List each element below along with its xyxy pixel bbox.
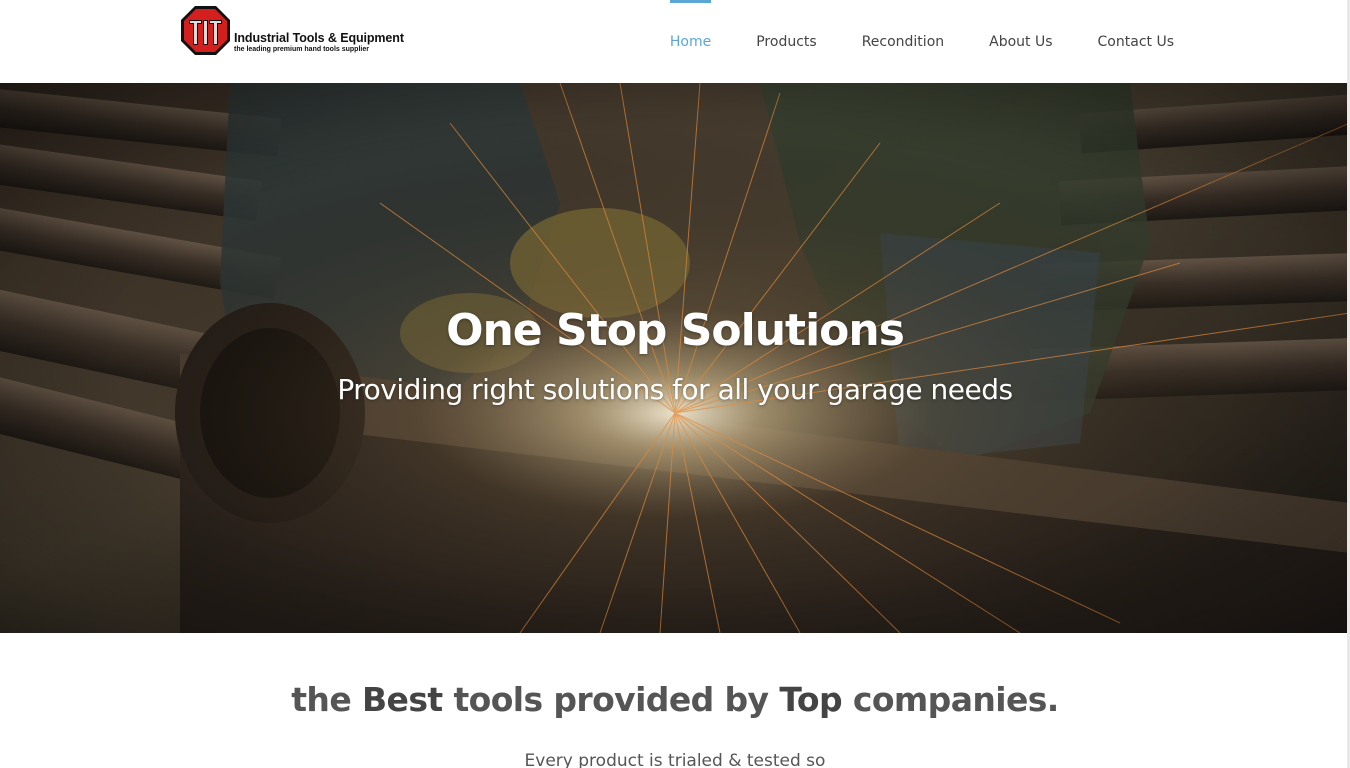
logo-octagon-icon bbox=[181, 6, 230, 55]
intro-section: the Best tools provided by Top companies… bbox=[0, 633, 1350, 768]
nav-item-about-us[interactable]: About Us bbox=[989, 0, 1052, 83]
intro-heading-emphasis: Best bbox=[362, 680, 443, 719]
site-logo[interactable]: Industrial Tools & Equipment the leading… bbox=[180, 5, 410, 59]
site-header: Industrial Tools & Equipment the leading… bbox=[0, 0, 1350, 83]
hero-banner: One Stop Solutions Providing right solut… bbox=[0, 83, 1350, 633]
intro-heading-part: tools provided by bbox=[442, 680, 780, 719]
hero-subtitle: Providing right solutions for all your g… bbox=[337, 373, 1013, 406]
nav-item-contact-us[interactable]: Contact Us bbox=[1098, 0, 1174, 83]
logo-title: Industrial Tools & Equipment bbox=[234, 31, 404, 45]
nav-item-home[interactable]: Home bbox=[669, 0, 712, 83]
intro-text: Every product is trialed & tested so bbox=[524, 751, 826, 768]
logo-tagline: the leading premium hand tools supplier bbox=[234, 46, 369, 53]
nav-item-products[interactable]: Products bbox=[756, 0, 816, 83]
main-nav: Home Products Recondition About Us Conta… bbox=[669, 0, 1174, 83]
intro-heading-part: companies. bbox=[841, 680, 1059, 719]
intro-heading: the Best tools provided by Top companies… bbox=[0, 680, 1350, 719]
hero-title: One Stop Solutions bbox=[446, 305, 905, 356]
intro-heading-emphasis: Top bbox=[779, 680, 842, 719]
nav-item-recondition[interactable]: Recondition bbox=[862, 0, 944, 83]
intro-heading-part: the bbox=[291, 680, 362, 719]
hero-welding-background bbox=[0, 83, 1350, 633]
page: Industrial Tools & Equipment the leading… bbox=[0, 0, 1350, 768]
